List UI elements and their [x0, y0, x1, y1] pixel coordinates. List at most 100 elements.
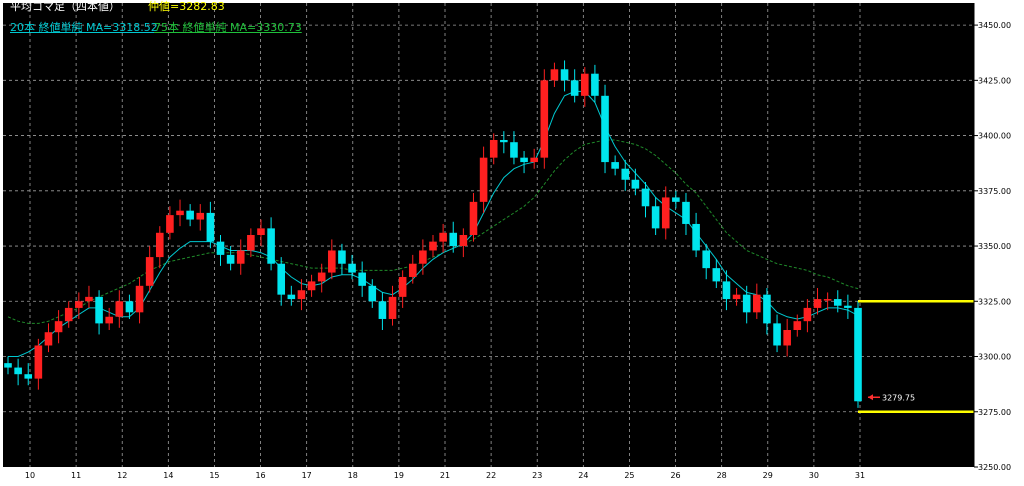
candle-body [257, 228, 265, 235]
candle-body [85, 296, 93, 302]
candle-body [540, 80, 549, 158]
candle-body [368, 285, 377, 302]
candle-body [206, 212, 215, 242]
ma20-legend[interactable]: 20本 終値単純 MA=3318.52 [10, 21, 158, 35]
x-tick-label: 31 [855, 471, 865, 480]
x-tick-label: 17 [302, 471, 312, 480]
x-tick-label: 12 [117, 471, 127, 480]
candle-body [14, 367, 22, 375]
candle-body [530, 157, 538, 163]
candle-body [489, 139, 498, 158]
x-tick-label: 24 [578, 471, 588, 480]
candle-body [833, 299, 842, 306]
candle-body [570, 80, 579, 96]
candle-body [783, 330, 791, 346]
candle-body [186, 210, 194, 220]
candle-body [105, 316, 113, 324]
candle-body [135, 285, 144, 313]
chart-window: 3450.00 3425.00 3400.00 3375.00 3350.00 3325.… [0, 0, 1024, 486]
candle-body [24, 374, 33, 379]
candle-body [469, 201, 478, 235]
candle-body [510, 142, 518, 158]
candle-body [591, 73, 599, 96]
candle-body [64, 307, 73, 322]
candle-body [115, 301, 124, 317]
plot-background [3, 3, 974, 467]
last-price-label: 3279.75 [882, 393, 915, 402]
candle-body [358, 272, 366, 286]
candle-body [277, 263, 286, 295]
ma75-legend[interactable]: 75本 終値単純 MA=3330.73 [154, 21, 302, 35]
x-tick-label: 21 [440, 471, 450, 480]
candle-body [844, 305, 852, 308]
candle-body [459, 235, 468, 247]
x-tick-label: 28 [717, 471, 727, 480]
x-tick-label: 19 [394, 471, 404, 480]
candle-body [297, 290, 306, 300]
candle-body [550, 69, 559, 81]
y-tick-label: 3350.00 [978, 242, 1011, 251]
y-tick-label: 3400.00 [978, 132, 1011, 141]
candle-body [672, 197, 680, 202]
x-tick-label: 30 [809, 471, 819, 480]
x-tick-label: 18 [348, 471, 358, 480]
candle-body [793, 321, 802, 331]
candle-body [763, 294, 771, 324]
candle-body [823, 299, 832, 301]
candle-body [44, 332, 53, 346]
candle-body [520, 157, 528, 163]
candle-body [196, 212, 205, 220]
x-tick-label: 29 [763, 471, 773, 480]
candle-body [813, 299, 822, 308]
candle-body [307, 281, 316, 291]
x-tick-label: 16 [255, 471, 265, 480]
x-tick-label: 11 [71, 471, 81, 480]
y-tick-label: 3300.00 [978, 353, 1011, 362]
candle-body [500, 139, 508, 143]
candle-body [54, 321, 63, 333]
candle-body [338, 250, 346, 264]
candle-body [236, 250, 245, 264]
candle-body [722, 281, 731, 300]
candle-body [378, 301, 387, 319]
candlestick-chart[interactable]: 3450.00 3425.00 3400.00 3375.00 3350.00 3325.… [0, 0, 1024, 486]
candle-body [95, 296, 103, 324]
y-tick-label: 3250.00 [978, 463, 1011, 472]
x-tick-label: 25 [624, 471, 634, 480]
candle-body [408, 263, 417, 277]
y-tick-label: 3375.00 [978, 187, 1011, 196]
candle-body [4, 363, 12, 368]
candle-body [419, 250, 427, 264]
candle-body [75, 301, 83, 308]
candle-body [651, 206, 660, 229]
candle-body [580, 73, 589, 96]
x-tick-label: 23 [532, 471, 542, 480]
candle-body [702, 250, 711, 269]
candle-body [328, 250, 336, 273]
candle-body [216, 241, 225, 255]
candle-body [176, 210, 184, 216]
candle-body [621, 168, 630, 180]
x-tick-label: 15 [209, 471, 219, 480]
candle-body [803, 307, 812, 322]
candle-body [348, 263, 356, 273]
candle-body [712, 268, 721, 282]
mid-price-label: 仲値=3282.83 [148, 0, 225, 13]
candle-body [631, 179, 640, 189]
candle-body [854, 307, 862, 402]
y-tick-label: 3425.00 [978, 76, 1011, 85]
candle-body [429, 241, 437, 251]
candle-body [34, 345, 43, 379]
candle-body [287, 294, 296, 300]
x-tick-label: 22 [486, 471, 496, 480]
candle-body [479, 157, 488, 202]
x-tick-label: 26 [670, 471, 680, 480]
candle-body [267, 228, 275, 264]
candle-body [155, 232, 164, 258]
candle-body [601, 95, 609, 163]
y-tick-label: 3325.00 [978, 297, 1011, 306]
candle-body [753, 294, 761, 313]
candle-body [317, 272, 326, 282]
candle-body [125, 301, 134, 313]
candle-body [439, 232, 447, 242]
